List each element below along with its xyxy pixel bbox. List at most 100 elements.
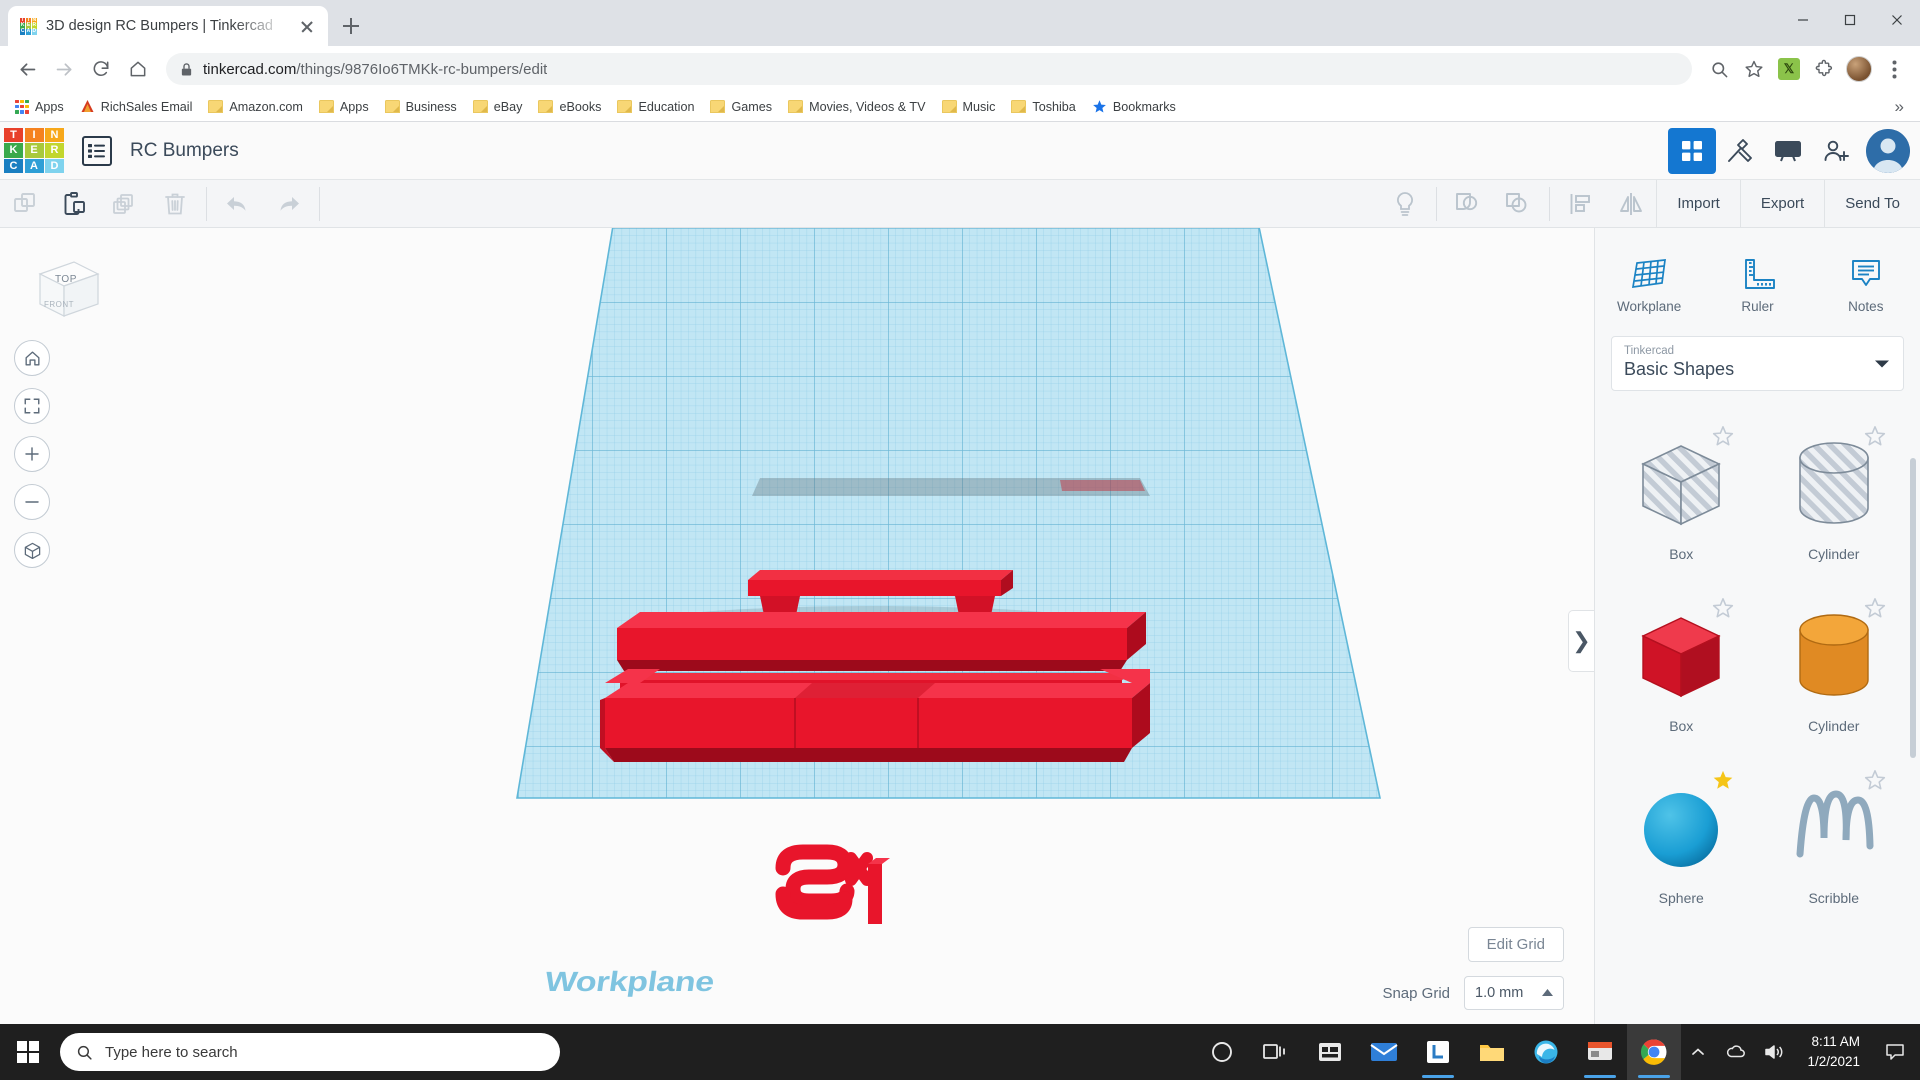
group-shapes-icon[interactable] bbox=[1443, 180, 1493, 228]
shape-library-select[interactable]: Tinkercad Basic Shapes bbox=[1611, 336, 1904, 391]
bookmark-item[interactable]: RichSales Email bbox=[73, 96, 200, 117]
list-grid-icon[interactable] bbox=[82, 135, 112, 166]
browser-tab[interactable]: TIN KER CAD 3D design RC Bumpers | Tinke… bbox=[8, 6, 328, 46]
3d-workspace[interactable]: Workplane TOP FRONT Edit Grid Snap Grid … bbox=[0, 228, 1594, 1024]
redo-arrow-icon[interactable] bbox=[263, 180, 313, 228]
shape-library-item[interactable]: Box bbox=[1605, 411, 1758, 583]
onedrive-icon[interactable] bbox=[1719, 1024, 1753, 1080]
bookmark-item[interactable]: eBay bbox=[466, 97, 530, 117]
bookmark-item[interactable]: Music bbox=[935, 97, 1003, 117]
favorite-star-outline-icon[interactable] bbox=[1864, 597, 1886, 619]
home-view-button[interactable] bbox=[14, 340, 50, 376]
workplane-tool[interactable]: Workplane bbox=[1603, 257, 1695, 314]
speaker-icon[interactable] bbox=[1757, 1024, 1791, 1080]
shape-library-item[interactable]: Cylinder bbox=[1758, 411, 1911, 583]
align-icon[interactable] bbox=[1556, 180, 1606, 228]
close-icon[interactable] bbox=[1873, 0, 1920, 40]
favorite-star-outline-icon[interactable] bbox=[1712, 597, 1734, 619]
send-to-button[interactable]: Send To bbox=[1824, 179, 1920, 228]
blackboard-icon[interactable] bbox=[1764, 128, 1812, 174]
address-bar[interactable]: tinkercad.com/things/9876Io6TMKk-rc-bump… bbox=[166, 53, 1692, 85]
bookmark-item[interactable]: Amazon.com bbox=[201, 97, 310, 117]
edit-grid-button[interactable]: Edit Grid bbox=[1467, 927, 1564, 962]
paste-button[interactable] bbox=[50, 180, 100, 228]
favorite-star-filled-icon[interactable] bbox=[1712, 769, 1734, 791]
favorite-star-outline-icon[interactable] bbox=[1864, 425, 1886, 447]
three-dot-menu-icon[interactable] bbox=[1878, 53, 1910, 85]
app-l-button[interactable] bbox=[1411, 1024, 1465, 1080]
bookmark-item[interactable]: Business bbox=[378, 97, 464, 117]
bookmarks-bar: Apps RichSales Email Amazon.com Apps Busines… bbox=[0, 92, 1920, 122]
tab-close-icon[interactable] bbox=[296, 15, 318, 37]
ortho-perspective-button[interactable] bbox=[14, 532, 50, 568]
bookmark-item[interactable]: Education bbox=[610, 97, 701, 117]
file-explorer-button[interactable] bbox=[1465, 1024, 1519, 1080]
url-path: /things/9876Io6TMKk-rc-bumpers/edit bbox=[296, 60, 548, 78]
lightbulb-icon[interactable] bbox=[1380, 180, 1430, 228]
copy-button[interactable] bbox=[0, 180, 50, 228]
bookmark-item[interactable]: Movies, Videos & TV bbox=[781, 97, 932, 117]
magnifier-icon[interactable] bbox=[1703, 53, 1735, 85]
codeblocks-button[interactable] bbox=[1716, 128, 1764, 174]
forward-arrow-icon[interactable] bbox=[47, 52, 81, 86]
bookmark-item[interactable]: eBooks bbox=[531, 97, 608, 117]
favorite-star-outline-icon[interactable] bbox=[1864, 769, 1886, 791]
person-plus-icon[interactable] bbox=[1812, 128, 1860, 174]
export-button[interactable]: Export bbox=[1739, 179, 1824, 228]
workplane-scene[interactable] bbox=[0, 228, 1594, 1024]
tinkercad-logo[interactable]: TIN KER CAD bbox=[4, 127, 64, 174]
edge-button[interactable] bbox=[1519, 1024, 1573, 1080]
bookmarks-overflow-button[interactable]: » bbox=[1887, 95, 1912, 119]
notification-icon[interactable] bbox=[1876, 1024, 1914, 1080]
taskbar-clock[interactable]: 8:11 AM 1/2/2021 bbox=[1795, 1032, 1872, 1073]
trash-icon[interactable] bbox=[150, 180, 200, 228]
panel-collapse-handle[interactable]: ❯ bbox=[1568, 610, 1594, 672]
ruler-tool[interactable]: Ruler bbox=[1711, 257, 1803, 314]
media-app-button[interactable] bbox=[1573, 1024, 1627, 1080]
show-hidden-icons-icon[interactable] bbox=[1681, 1024, 1715, 1080]
shape-library-item[interactable]: Sphere bbox=[1605, 755, 1758, 927]
maximize-icon[interactable] bbox=[1826, 0, 1873, 40]
cortana-button[interactable] bbox=[1195, 1024, 1249, 1080]
ungroup-shapes-icon[interactable] bbox=[1493, 180, 1543, 228]
avatar[interactable] bbox=[1866, 128, 1910, 173]
minimize-icon[interactable] bbox=[1779, 0, 1826, 40]
fit-view-button[interactable] bbox=[14, 388, 50, 424]
back-arrow-icon[interactable] bbox=[10, 52, 44, 86]
mail-button[interactable] bbox=[1357, 1024, 1411, 1080]
profile-avatar[interactable] bbox=[1843, 53, 1875, 85]
taskbar-search[interactable]: Type here to search bbox=[60, 1033, 560, 1071]
mirror-icon[interactable] bbox=[1606, 180, 1656, 228]
red-clip-parts[interactable] bbox=[775, 844, 890, 924]
bookmark-item[interactable]: Apps bbox=[8, 97, 71, 117]
richsales-icon bbox=[81, 100, 94, 112]
star-outline-icon[interactable] bbox=[1738, 53, 1770, 85]
start-button[interactable] bbox=[0, 1024, 56, 1080]
duplicate-button[interactable] bbox=[100, 180, 150, 228]
microsoft-store-button[interactable] bbox=[1303, 1024, 1357, 1080]
reload-icon[interactable] bbox=[84, 52, 118, 86]
bookmark-item[interactable]: Toshiba bbox=[1004, 97, 1082, 117]
extension-icon[interactable]: 𝕏 bbox=[1773, 53, 1805, 85]
bookmark-item[interactable]: Games bbox=[703, 97, 779, 117]
puzzle-piece-icon[interactable] bbox=[1808, 53, 1840, 85]
home-icon[interactable] bbox=[121, 52, 155, 86]
bookmark-item[interactable]: Bookmarks bbox=[1085, 96, 1183, 117]
favorite-star-outline-icon[interactable] bbox=[1712, 425, 1734, 447]
task-view-button[interactable] bbox=[1249, 1024, 1303, 1080]
panel-scrollbar[interactable] bbox=[1910, 458, 1916, 758]
shape-library-item[interactable]: Scribble bbox=[1758, 755, 1911, 927]
shape-library-item[interactable]: Cylinder bbox=[1758, 583, 1911, 755]
bookmark-item[interactable]: Apps bbox=[312, 97, 376, 117]
new-tab-button[interactable] bbox=[336, 11, 366, 41]
shape-library-item[interactable]: Box bbox=[1605, 583, 1758, 755]
import-button[interactable]: Import bbox=[1656, 179, 1740, 228]
snap-grid-select[interactable]: 1.0 mm bbox=[1464, 976, 1564, 1010]
undo-arrow-icon[interactable] bbox=[213, 180, 263, 228]
notes-tool[interactable]: Notes bbox=[1820, 257, 1912, 314]
chrome-button[interactable] bbox=[1627, 1024, 1682, 1080]
design-grid-button[interactable] bbox=[1668, 127, 1716, 174]
zoom-in-button[interactable] bbox=[14, 436, 50, 472]
view-cube[interactable]: TOP FRONT bbox=[28, 254, 104, 330]
zoom-out-button[interactable] bbox=[14, 484, 50, 520]
